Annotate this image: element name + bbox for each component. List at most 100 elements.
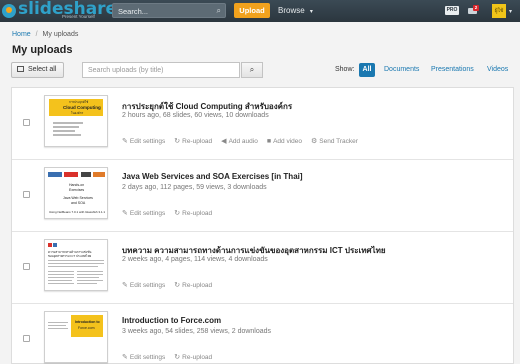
upload-meta: 2 days ago, 112 pages, 59 views, 3 downl… [122, 184, 267, 191]
re-upload-link[interactable]: ↻ Re-upload [174, 209, 213, 218]
breadcrumb-current: My uploads [42, 31, 79, 38]
search-icon: ⌕ [249, 65, 255, 74]
thumbnail-line [53, 134, 81, 136]
thumbnail-line [48, 277, 74, 278]
upload-actions: ✎ Edit settings ↻ Re-upload [122, 281, 212, 290]
document-thumbnail[interactable]: ความสามารถทางด้านการแข่งขัน ของอุตสาหกรร… [44, 239, 108, 291]
thumbnail-logo [93, 172, 105, 177]
uploads-search-input[interactable]: Search uploads (by title) [82, 62, 240, 78]
thumbnail-line [48, 266, 98, 267]
edit-settings-link[interactable]: ✎ Edit settings [122, 137, 166, 146]
breadcrumb-home-link[interactable]: Home [12, 31, 31, 38]
thumbnail-logo [53, 243, 57, 247]
thumbnail-line [48, 263, 104, 264]
edit-settings-link[interactable]: ✎ Edit settings [122, 281, 166, 290]
upload-actions: ✎ Edit settings ↻ Re-upload ◀ Add audio ■ Ad… [122, 137, 358, 146]
logo-tagline: Present Yourself [62, 14, 95, 19]
browse-label: Browse [278, 6, 305, 15]
slideshare-logo[interactable]: slideshare [2, 1, 117, 21]
thumbnail-line [77, 274, 103, 275]
refresh-icon: ↻ [174, 138, 181, 145]
select-all-button[interactable]: Select all [11, 62, 64, 78]
re-upload-link[interactable]: ↻ Re-upload [174, 353, 213, 362]
thumbnail-line [48, 328, 68, 329]
refresh-icon: ↻ [174, 282, 181, 289]
thumbnail-logo [81, 172, 91, 177]
thumbnail-text: Hands-on [69, 183, 85, 187]
thumbnail-text: Exercises [69, 188, 85, 192]
video-camera-icon: ■ [266, 137, 272, 145]
thumbnail-text: Java Web Services [63, 196, 93, 200]
search-icon[interactable]: ⌕ [217, 6, 221, 16]
chevron-down-icon: ▾ [509, 8, 513, 15]
thumbnail-line [53, 126, 79, 128]
row-checkbox[interactable] [23, 335, 30, 342]
upload-title[interactable]: Introduction to Force.com [122, 316, 221, 325]
row-checkbox[interactable] [23, 263, 30, 270]
thumbnail-text: ในองค์กร [71, 111, 84, 115]
slide-thumbnail[interactable]: การประยุกต์ใช้ Cloud Computing ในองค์กร [44, 95, 108, 147]
slide-thumbnail[interactable]: Introduction to Force.com [44, 311, 108, 363]
upload-row: การประยุกต์ใช้ Cloud Computing ในองค์กร … [12, 88, 513, 160]
edit-icon: ✎ [122, 282, 128, 289]
upload-title[interactable]: Java Web Services and SOA Exercises [in … [122, 172, 303, 181]
page-title: My uploads [12, 44, 73, 56]
edit-settings-label: Edit settings [129, 353, 166, 361]
thumbnail-text: and SOA [71, 201, 86, 205]
user-menu[interactable]: ผู้ใช้ ▾ [492, 4, 512, 18]
upload-button[interactable]: Upload [234, 3, 270, 18]
uploads-search-button[interactable]: ⌕ [241, 62, 263, 78]
thumbnail-text: Force.com [78, 326, 95, 330]
upload-row: Introduction to Force.com Introduction t… [12, 304, 513, 364]
send-tracker-link[interactable]: ⚙ Send Tracker [311, 137, 358, 146]
row-checkbox[interactable] [23, 191, 30, 198]
thumbnail-text: Introduction to [75, 320, 100, 324]
edit-settings-link[interactable]: ✎ Edit settings [122, 209, 165, 218]
add-audio-link[interactable]: ◀ Add audio [221, 137, 258, 146]
site-search-input[interactable]: Search... ⌕ [112, 3, 226, 18]
thumbnail-line [53, 130, 75, 132]
thumbnail-text: Cloud Computing [63, 105, 101, 110]
add-video-link[interactable]: ■ Add video [267, 137, 302, 145]
filter-videos-tab[interactable]: Videos [487, 66, 508, 73]
edit-icon: ✎ [122, 138, 128, 145]
search-placeholder: Search... [118, 7, 149, 16]
edit-settings-link[interactable]: ✎ Edit settings [122, 353, 166, 362]
gear-icon: ⚙ [311, 138, 318, 145]
re-upload-link[interactable]: ↻ Re-upload [174, 137, 213, 146]
upload-row: Hands-on Exercises Java Web Services and… [12, 160, 513, 232]
edit-settings-label: Edit settings [129, 137, 166, 145]
refresh-icon: ↻ [174, 210, 181, 217]
checkbox-icon [17, 66, 24, 72]
edit-icon: ✎ [122, 210, 128, 217]
filter-all-tab[interactable]: All [359, 63, 375, 77]
show-label: Show: [335, 66, 355, 73]
slideshare-logo-icon [2, 4, 16, 18]
thumbnail-logo [48, 243, 52, 247]
avatar: ผู้ใช้ [492, 4, 506, 18]
thumbnail-line [48, 271, 74, 272]
thumbnail-line [77, 271, 103, 272]
add-video-label: Add video [273, 137, 302, 145]
slide-thumbnail[interactable]: Hands-on Exercises Java Web Services and… [44, 167, 108, 219]
thumbnail-line [77, 283, 97, 284]
speaker-icon: ◀ [221, 138, 227, 145]
notifications[interactable]: 2 [468, 5, 479, 15]
re-upload-label: Re-upload [182, 353, 213, 361]
filter-presentations-tab[interactable]: Presentations [431, 66, 474, 73]
thumbnail-line [48, 280, 72, 281]
upload-row: ความสามารถทางด้านการแข่งขัน ของอุตสาหกรร… [12, 232, 513, 304]
upload-meta: 3 weeks ago, 54 slides, 258 views, 2 dow… [122, 328, 272, 335]
pro-badge[interactable]: PRO [445, 6, 459, 15]
row-checkbox[interactable] [23, 119, 30, 126]
thumbnail-line [48, 283, 74, 284]
edit-settings-label: Edit settings [129, 281, 166, 289]
send-tracker-label: Send Tracker [319, 137, 358, 145]
filter-documents-tab[interactable]: Documents [384, 66, 419, 73]
browse-menu[interactable]: Browse ▾ [278, 3, 313, 18]
uploads-list: การประยุกต์ใช้ Cloud Computing ในองค์กร … [11, 87, 514, 364]
re-upload-label: Re-upload [182, 137, 213, 145]
re-upload-link[interactable]: ↻ Re-upload [174, 281, 212, 290]
re-upload-label: Re-upload [182, 209, 213, 217]
thumbnail-line [53, 122, 83, 124]
